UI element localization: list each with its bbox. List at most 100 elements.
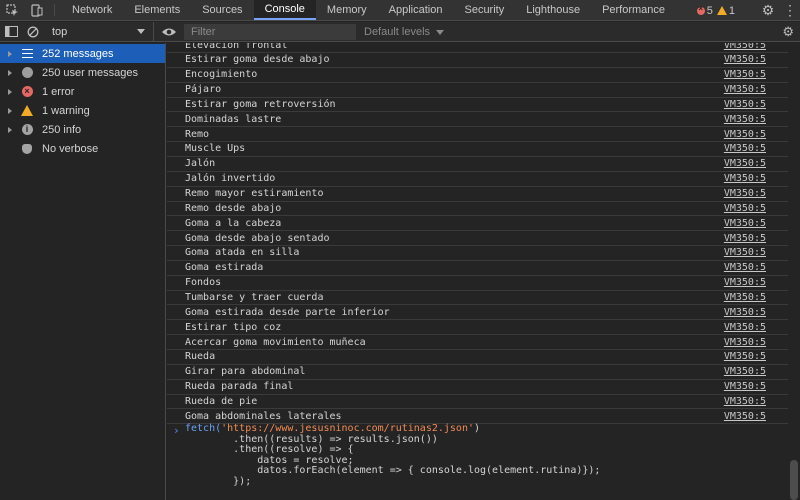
log-message: Goma desde abajo sentado [185,232,330,244]
sidebar-item-label: 1 error [42,85,75,98]
log-message: Estirar tipo coz [185,321,282,333]
log-source-link[interactable]: VM350:5 [724,396,766,407]
console-log-row: Fondos VM350:5 [167,276,788,291]
log-source-link[interactable]: VM350:5 [724,322,766,333]
tab-memory[interactable]: Memory [316,0,378,20]
log-source-link[interactable]: VM350:5 [724,277,766,288]
log-source-link[interactable]: VM350:5 [724,411,766,422]
console-log-row: Rueda VM350:5 [167,350,788,365]
log-message: Jalón invertido [185,173,276,185]
log-source-link[interactable]: VM350:5 [724,143,766,154]
context-selector[interactable]: top [44,21,154,42]
tab-security[interactable]: Security [453,0,515,20]
console-log-row: Remo mayor estiramiento VM350:5 [167,187,788,202]
console-log-row: Jalón VM350:5 [167,157,788,172]
sidebar-item-user-messages[interactable]: 250 user messages [0,63,165,82]
tab-network[interactable]: Network [61,0,123,20]
error-count: 5 [706,4,713,17]
sidebar-item-label: No verbose [42,142,99,155]
list-icon [20,47,34,61]
log-message: Dominadas lastre [185,113,282,125]
log-message: Encogimiento [185,69,258,81]
log-source-link[interactable]: VM350:5 [724,247,766,258]
tab-lighthouse[interactable]: Lighthouse [515,0,591,20]
log-source-link[interactable]: VM350:5 [724,173,766,184]
log-source-link[interactable]: VM350:5 [724,84,766,95]
log-source-link[interactable]: VM350:5 [724,43,766,51]
tab-performance[interactable]: Performance [591,0,676,20]
log-source-link[interactable]: VM350:5 [724,233,766,244]
log-message: Remo [185,128,210,140]
log-source-link[interactable]: VM350:5 [724,307,766,318]
devtools-tab-bar: Network Elements Sources Console Memory … [0,0,800,21]
log-source-link[interactable]: VM350:5 [724,337,766,348]
sidebar-item-verbose[interactable]: No verbose [0,139,165,158]
log-source-link[interactable]: VM350:5 [724,203,766,214]
tab-application[interactable]: Application [378,0,454,20]
log-source-link[interactable]: VM350:5 [724,292,766,303]
tab-sources[interactable]: Sources [191,0,253,20]
sidebar-item-errors[interactable]: × 1 error [0,82,165,101]
more-options-icon[interactable]: ⋮ [780,2,800,19]
tab-elements[interactable]: Elements [123,0,191,20]
code-line-1-url: 'https://www.jesusninoc.com/rutinas2.jso… [221,423,474,434]
sidebar-item-label: 1 warning [42,104,90,117]
settings-gear-icon[interactable]: ⚙ [756,2,780,19]
log-source-link[interactable]: VM350:5 [724,54,766,65]
log-message: Muscle Ups [185,143,246,155]
sidebar-item-label: 250 user messages [42,66,138,79]
log-message: Remo desde abajo [185,202,282,214]
code-line-5: datos.forEach(element => { console.log(e… [185,465,601,476]
live-expression-eye-icon[interactable] [154,27,184,37]
log-message: Rueda parada final [185,381,294,393]
sidebar-item-label: 250 info [42,123,82,136]
sidebar-item-label: 252 messages [42,47,114,60]
log-source-link[interactable]: VM350:5 [724,129,766,140]
sidebar-toggle-icon[interactable] [0,22,22,42]
log-source-link[interactable]: VM350:5 [724,114,766,125]
console-output[interactable]: Elevación frontal VM350:5 Estirar goma des… [167,43,788,500]
log-message: Fondos [185,277,222,289]
console-input-code[interactable]: fetch('https://www.jesusninoc.com/rutina… [185,423,601,487]
console-scrollbar[interactable] [788,43,800,500]
log-source-link[interactable]: VM350:5 [724,188,766,199]
console-log-row: Pájaro VM350:5 [167,83,788,98]
console-settings-gear-icon[interactable]: ⚙ [782,24,794,40]
log-source-link[interactable]: VM350:5 [724,218,766,229]
log-message: Goma atada en silla [185,247,300,259]
log-message: Goma abdominales laterales [185,410,342,422]
error-counter[interactable]: 5 1 [696,4,739,17]
expand-caret-icon [8,50,12,57]
console-sidebar: 252 messages 250 user messages × 1 error… [0,43,166,500]
log-source-link[interactable]: VM350:5 [724,99,766,110]
console-log-row: Goma estirada desde parte inferior VM350:… [167,305,788,321]
scrollbar-thumb[interactable] [790,460,798,500]
log-source-link[interactable]: VM350:5 [724,69,766,80]
expand-caret-icon [8,146,12,152]
log-source-link[interactable]: VM350:5 [724,262,766,273]
sidebar-item-info[interactable]: i 250 info [0,120,165,139]
console-log-row: Goma atada en silla VM350:5 [167,246,788,261]
log-source-link[interactable]: VM350:5 [724,366,766,377]
log-levels-dropdown[interactable]: Default levels [364,26,444,38]
console-toolbar: top Filter Default levels ⚙ [0,21,800,42]
log-source-link[interactable]: VM350:5 [724,351,766,362]
device-toolbar-icon[interactable] [24,0,48,20]
clear-console-icon[interactable] [22,22,44,42]
console-log-row: Elevación frontal VM350:5 [167,43,788,53]
console-log-row: Remo desde abajo VM350:5 [167,201,788,217]
filter-input[interactable]: Filter [184,23,356,40]
sidebar-item-warnings[interactable]: 1 warning [0,101,165,120]
tab-console[interactable]: Console [253,0,316,20]
inspect-element-icon[interactable] [0,0,24,20]
console-log-row: Goma a la cabeza VM350:5 [167,216,788,232]
log-source-link[interactable]: VM350:5 [724,381,766,392]
expand-caret-icon [8,88,12,95]
info-icon: i [20,123,34,137]
expand-caret-icon [8,107,12,114]
sidebar-item-messages[interactable]: 252 messages [0,44,165,63]
log-source-link[interactable]: VM350:5 [724,158,766,169]
console-log-row: Encogimiento VM350:5 [167,68,788,83]
console-log-row: Estirar tipo coz VM350:5 [167,320,788,336]
warning-count: 1 [728,4,735,17]
